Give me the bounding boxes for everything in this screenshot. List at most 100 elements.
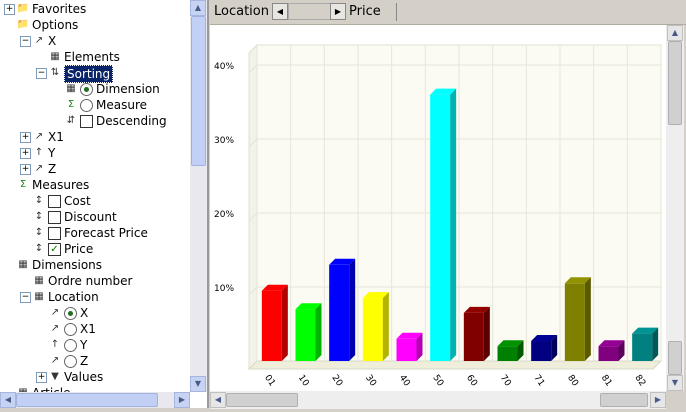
price-label[interactable]: Price: [349, 4, 381, 19]
bar-side: [349, 258, 356, 361]
tree-horizontal-scrollbar[interactable]: ◀ ▶: [0, 392, 190, 408]
tree-item-label: Y: [48, 146, 56, 160]
tree-expander[interactable]: +: [20, 132, 31, 143]
checkbox[interactable]: [48, 195, 61, 208]
dimension-icon: ▦: [34, 291, 44, 302]
tree-item[interactable]: ⇵ Descending: [0, 113, 190, 129]
checkbox[interactable]: ✓: [48, 243, 61, 256]
tree-item[interactable]: ▦ Dimensions: [0, 257, 190, 273]
tree-item[interactable]: ▦ Elements: [0, 49, 190, 65]
radio-button[interactable]: [64, 339, 77, 352]
tree-item-label: Z: [80, 354, 89, 368]
scroll-thumb[interactable]: [226, 393, 298, 407]
tree-item[interactable]: ↑ Y: [0, 337, 190, 353]
scroll-down-button[interactable]: ▼: [667, 375, 683, 391]
x-tick-label: 30: [363, 373, 378, 388]
scroll-right-button[interactable]: ▶: [650, 392, 666, 408]
axis-x1-icon: ↗: [34, 131, 44, 142]
scroll-thumb[interactable]: [191, 16, 206, 166]
tree-item[interactable]: ▦Article: [0, 385, 190, 392]
tree-expander[interactable]: −: [20, 36, 31, 47]
bar: [329, 264, 350, 361]
tree-item-label: X1: [48, 130, 64, 144]
dimension-icon: ▦: [66, 83, 76, 94]
x-tick-label: 81: [599, 373, 614, 388]
tree-item[interactable]: + ↑ Y: [0, 145, 190, 161]
radio-button[interactable]: [80, 83, 93, 96]
chart-vertical-scrollbar[interactable]: ▲ ▼: [666, 25, 684, 391]
tree-item-label: X: [48, 34, 57, 48]
tree-item[interactable]: ▦ Ordre number: [0, 273, 190, 289]
tree-item[interactable]: ↗ Z: [0, 353, 190, 369]
location-label[interactable]: Location: [214, 4, 269, 19]
tree-item[interactable]: Σ Measure: [0, 97, 190, 113]
tree-expander[interactable]: +: [36, 372, 47, 383]
previous-button[interactable]: ◀: [272, 3, 288, 20]
bar: [497, 346, 518, 361]
tree-item[interactable]: + 📁 Favorites: [0, 1, 190, 17]
tree-item-label: X: [80, 306, 89, 320]
tree-expander[interactable]: +: [4, 4, 15, 15]
bar-side: [584, 277, 591, 361]
tree-item[interactable]: ↕ Discount: [0, 209, 190, 225]
tree-item[interactable]: Σ Measures: [0, 177, 190, 193]
bar: [362, 298, 383, 361]
measure-icon: ↕: [34, 243, 44, 254]
x-tick-label: 01: [262, 373, 277, 388]
checkbox[interactable]: [48, 227, 61, 240]
measure-icon: ↕: [34, 211, 44, 222]
scroll-right-button[interactable]: ▶: [174, 392, 190, 408]
scroll-left-button[interactable]: ◀: [210, 392, 226, 408]
folder-icon: 📁: [16, 3, 30, 14]
scroll-thumb-right[interactable]: [600, 393, 648, 407]
tree-item[interactable]: − ▦ Location: [0, 289, 190, 305]
checkbox[interactable]: [80, 115, 93, 128]
tree-item-label: Descending: [96, 114, 167, 128]
tree-expander[interactable]: −: [20, 292, 31, 303]
tree-item-label: Measure: [96, 98, 147, 112]
tree-item-label: Ordre number: [48, 274, 133, 288]
scroll-thumb[interactable]: [16, 393, 158, 407]
sort-icon: ⇅: [50, 67, 60, 78]
tree-item[interactable]: ▦ Dimension: [0, 81, 190, 97]
scroll-thumb-lower[interactable]: [668, 341, 682, 375]
tree-item[interactable]: ↕ ✓ Price: [0, 241, 190, 257]
tree-item[interactable]: + ↗ X1: [0, 129, 190, 145]
radio-button[interactable]: [64, 355, 77, 368]
tree-item[interactable]: + ▼ Values: [0, 369, 190, 385]
chart-horizontal-scrollbar[interactable]: ◀ ▶: [210, 391, 666, 409]
tree-item[interactable]: 📁 Options: [0, 17, 190, 33]
tree-item[interactable]: − ⇅ Sorting: [0, 65, 190, 83]
options-tree[interactable]: + 📁 Favorites 📁 Options − ↗ X ▦ Elements − ⇅ Sorting…: [0, 0, 190, 392]
tree-item[interactable]: − ↗ X: [0, 33, 190, 49]
y-tick-label: 30%: [214, 136, 234, 146]
tree-item[interactable]: ↗ X: [0, 305, 190, 321]
tree-item[interactable]: + ↗ Z: [0, 161, 190, 177]
scroll-up-button[interactable]: ▲: [190, 0, 206, 16]
x-tick-label: 20: [329, 373, 344, 388]
tree-item[interactable]: ↕ Forecast Price: [0, 225, 190, 241]
tree-expander[interactable]: +: [20, 164, 31, 175]
bar-side: [450, 88, 457, 361]
scroll-up-button[interactable]: ▲: [667, 25, 683, 41]
checkbox[interactable]: [48, 211, 61, 224]
radio-button[interactable]: [64, 307, 77, 320]
next-button[interactable]: ▶: [330, 3, 346, 20]
scroll-down-button[interactable]: ▼: [190, 376, 206, 392]
radio-button[interactable]: [80, 99, 93, 112]
tree-vertical-scrollbar[interactable]: ▲ ▼: [190, 0, 207, 392]
tree-expander[interactable]: −: [36, 68, 47, 79]
tree-item[interactable]: ↕ Cost: [0, 193, 190, 209]
tree-item-label: Dimension: [96, 82, 160, 96]
scroll-left-button[interactable]: ◀: [0, 392, 16, 408]
tree-item-label: Price: [64, 242, 94, 256]
sort-desc-icon: ⇵: [66, 115, 76, 126]
scroll-thumb[interactable]: [668, 41, 682, 125]
tree-item-label: Dimensions: [32, 258, 103, 272]
bar: [531, 341, 552, 361]
radio-button[interactable]: [64, 323, 77, 336]
tree-item[interactable]: ↗ X1: [0, 321, 190, 337]
x-tick-label: 60: [464, 373, 479, 388]
tree-expander[interactable]: +: [20, 148, 31, 159]
axis-x-icon: ↗: [50, 307, 60, 318]
